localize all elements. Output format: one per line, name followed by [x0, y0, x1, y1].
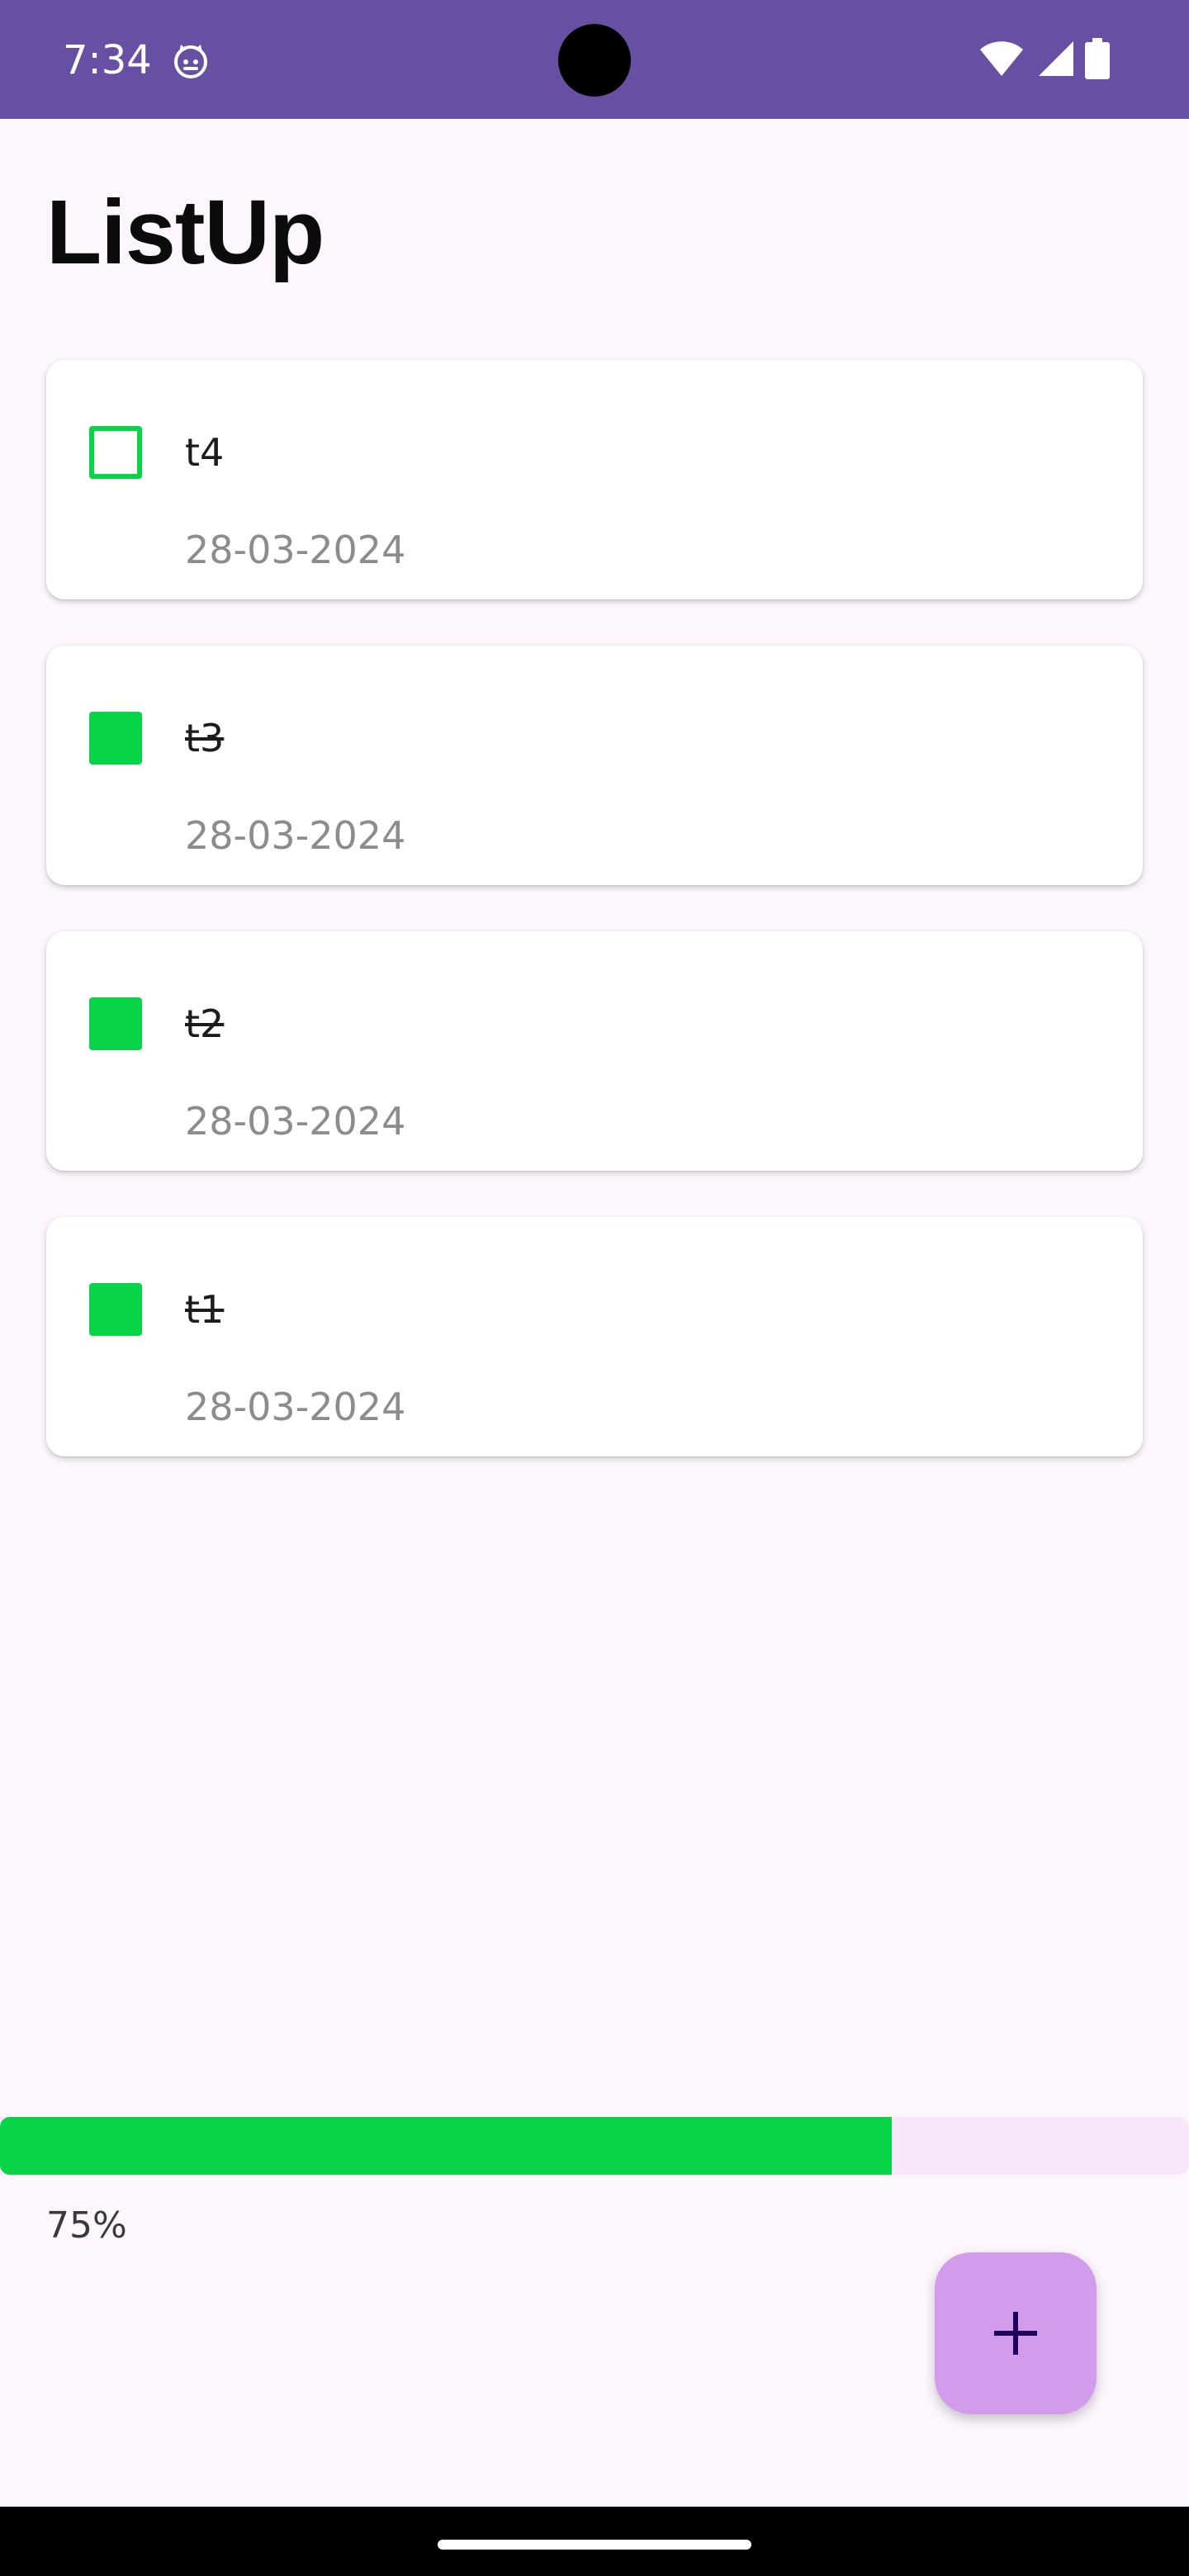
navigation-bar — [0, 2507, 1189, 2576]
battery-icon — [1085, 38, 1110, 79]
progress-bar — [0, 2117, 1189, 2175]
task-name: t1 — [185, 1287, 225, 1332]
status-bar: 7:34 — [0, 0, 1189, 119]
task-name: t2 — [185, 1002, 225, 1046]
task-checkbox[interactable] — [89, 712, 142, 765]
plus-icon — [992, 2310, 1039, 2356]
task-card[interactable]: t1 28-03-2024 — [46, 1217, 1143, 1456]
task-name: t4 — [185, 430, 225, 475]
progress-fill — [0, 2117, 892, 2175]
task-card[interactable]: t4 28-03-2024 — [46, 360, 1143, 599]
task-date: 28-03-2024 — [185, 813, 406, 858]
add-task-button[interactable] — [935, 2252, 1097, 2414]
progress-label: 75% — [46, 2204, 127, 2247]
signal-icon — [1037, 40, 1075, 78]
camera-cutout — [558, 24, 631, 97]
task-checkbox[interactable] — [89, 426, 142, 479]
android-cat-icon — [172, 41, 210, 79]
wifi-icon — [979, 41, 1024, 78]
status-time: 7:34 — [63, 37, 152, 83]
task-checkbox[interactable] — [89, 1283, 142, 1336]
page-title: ListUp — [46, 182, 324, 283]
home-handle[interactable] — [438, 2540, 751, 2550]
task-card[interactable]: t2 28-03-2024 — [46, 931, 1143, 1171]
task-name: t3 — [185, 716, 225, 760]
task-date: 28-03-2024 — [185, 528, 406, 572]
task-date: 28-03-2024 — [185, 1099, 406, 1144]
task-checkbox[interactable] — [89, 997, 142, 1050]
task-card[interactable]: t3 28-03-2024 — [46, 646, 1143, 885]
task-date: 28-03-2024 — [185, 1385, 406, 1429]
